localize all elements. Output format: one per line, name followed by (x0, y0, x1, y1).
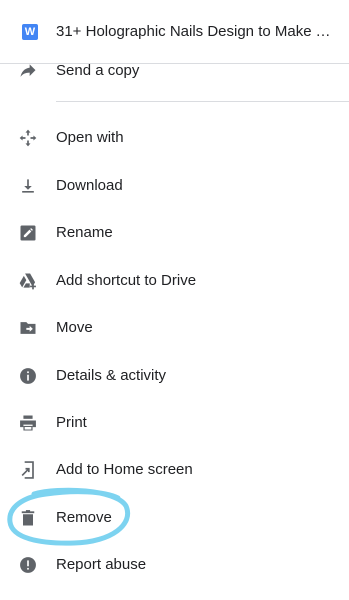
menu-item-label: Print (56, 414, 87, 431)
menu-item-download[interactable]: Download (0, 164, 349, 208)
menu-item-label: Add shortcut to Drive (56, 272, 197, 289)
menu-item-label: Details & activity (56, 367, 167, 384)
menu-item-add-to-home-screen[interactable]: Add to Home screen (0, 448, 349, 492)
menu-item-open-with[interactable]: Open with (0, 116, 349, 160)
menu-item-move[interactable]: Move (0, 306, 349, 350)
menu-item-add-shortcut-to-drive[interactable]: Add shortcut to Drive (0, 259, 349, 303)
menu-item-label: Remove (56, 509, 112, 526)
menu-item-details-activity[interactable]: Details & activity (0, 354, 349, 398)
menu-item-label: Rename (56, 224, 113, 241)
share-arrow-icon (20, 64, 36, 77)
menu-item-send-a-copy[interactable]: Send a copy (0, 49, 349, 93)
menu-item-remove[interactable]: Remove (0, 496, 349, 540)
menu-item-report-abuse[interactable]: Report abuse (0, 543, 349, 587)
menu-item-label: Move (56, 319, 93, 336)
menu-item-label: Send a copy (56, 62, 140, 79)
menu-divider (56, 101, 349, 102)
download-icon (22, 179, 34, 193)
menu-item-label: Download (56, 177, 123, 194)
info-icon (20, 368, 36, 384)
menu-item-print[interactable]: Print (0, 401, 349, 445)
menu-item-rename[interactable]: Rename (0, 211, 349, 255)
file-name: 31+ Holographic Nails Design to Make Yo.… (56, 23, 332, 40)
add-to-home-icon (21, 461, 34, 479)
report-icon (20, 557, 36, 573)
word-document-icon: W (22, 24, 38, 40)
menu-item-label: Open with (56, 129, 124, 146)
printer-icon (20, 415, 36, 431)
menu-item-label: Report abuse (56, 556, 147, 573)
menu-item-label: Add to Home screen (56, 461, 193, 478)
move-folder-icon (20, 322, 36, 334)
open-with-icon (19, 129, 37, 147)
trash-icon (21, 510, 35, 526)
drive-shortcut-icon (19, 273, 36, 290)
rename-pencil-icon (20, 225, 36, 241)
